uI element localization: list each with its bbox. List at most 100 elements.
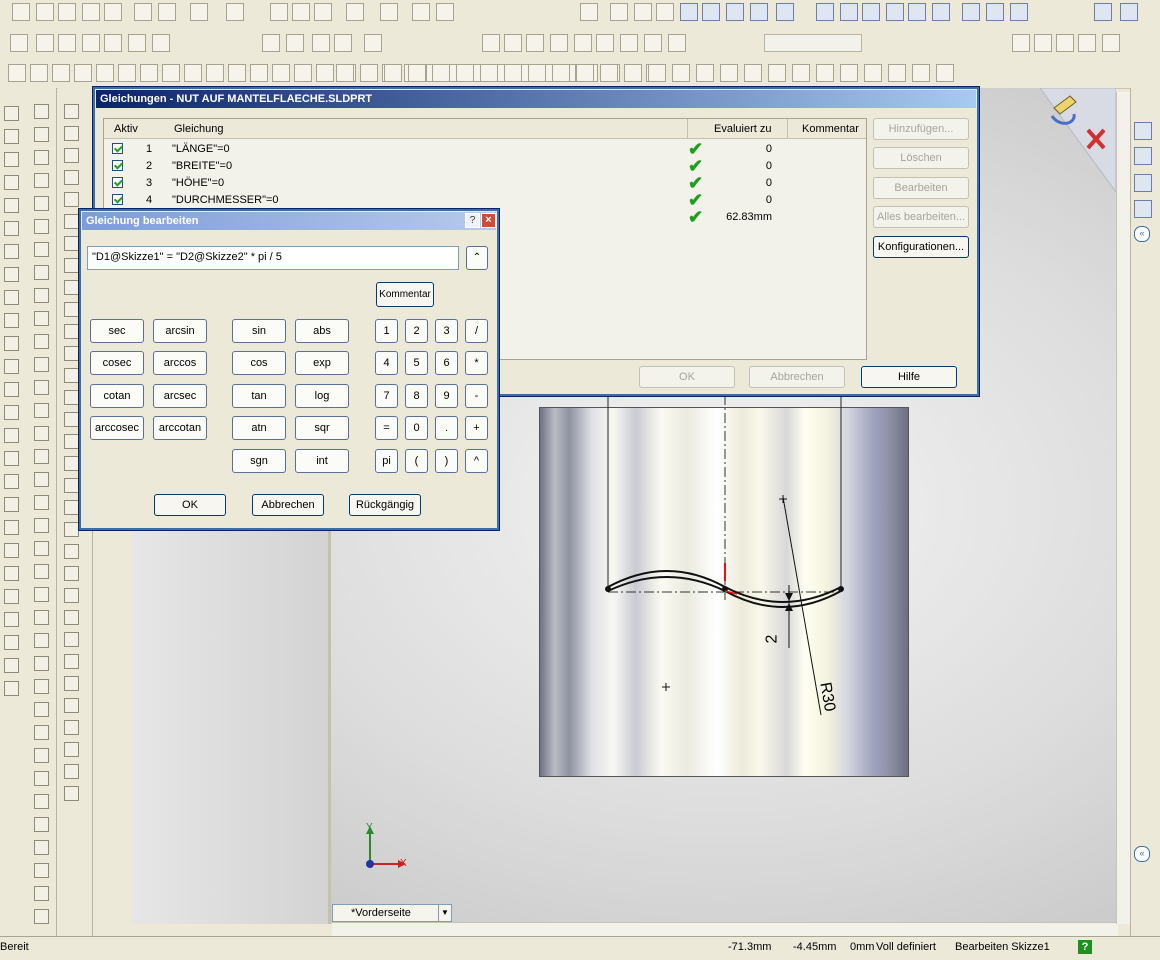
calc-button-sec[interactable]: sec [90, 319, 144, 343]
toolbar2-icon-3[interactable] [82, 34, 100, 52]
toolbar1-icon-7[interactable] [190, 3, 208, 21]
active-checkbox[interactable] [112, 143, 123, 154]
palette3-icon-31[interactable] [64, 786, 79, 801]
vertical-scrollbar[interactable] [1116, 92, 1131, 924]
sketch-toolbar-icon-0[interactable] [8, 64, 26, 82]
calc-button-log[interactable]: log [295, 384, 349, 408]
keypad-button[interactable]: . [435, 416, 458, 440]
relations-toolbar-icon-2[interactable] [384, 64, 402, 82]
sketch-toolbar-icon-14[interactable] [316, 64, 334, 82]
palette1-icon-9[interactable] [4, 313, 19, 328]
sketch-toolbar-icon-11[interactable] [250, 64, 268, 82]
calc-button-exp[interactable]: exp [295, 351, 349, 375]
calc-button-cotan[interactable]: cotan [90, 384, 144, 408]
palette3-icon-10[interactable] [64, 324, 79, 339]
palette1-icon-25[interactable] [4, 681, 19, 696]
palette2-icon-4[interactable] [34, 196, 49, 211]
configurations-button[interactable]: Konfigurationen... [873, 236, 969, 258]
toolbar2-icon-9[interactable] [312, 34, 330, 52]
toolbar2-icon-16[interactable] [574, 34, 592, 52]
palette2-icon-28[interactable] [34, 748, 49, 763]
relations-toolbar-icon-9[interactable] [552, 64, 570, 82]
palette1-icon-22[interactable] [4, 612, 19, 627]
toolbar2-icon-10[interactable] [334, 34, 352, 52]
palette1-icon-21[interactable] [4, 589, 19, 604]
toolbar2-icon-24[interactable] [1078, 34, 1096, 52]
palette3-icon-27[interactable] [64, 698, 79, 713]
palette1-icon-2[interactable] [4, 152, 19, 167]
palette2-icon-14[interactable] [34, 426, 49, 441]
palette2-icon-31[interactable] [34, 817, 49, 832]
view-toolbar-icon-4[interactable] [680, 3, 698, 21]
toolbar2-icon-8[interactable] [286, 34, 304, 52]
palette2-icon-23[interactable] [34, 633, 49, 648]
palette3-icon-14[interactable] [64, 412, 79, 427]
toolbar2-icon-2[interactable] [58, 34, 76, 52]
toolbar2-icon-17[interactable] [596, 34, 614, 52]
palette2-icon-8[interactable] [34, 288, 49, 303]
toolbar2-icon-18[interactable] [620, 34, 638, 52]
collapse-icon[interactable]: « [1134, 226, 1150, 242]
status-help-icon[interactable]: ? [1078, 940, 1092, 954]
calc-button-arcsin[interactable]: arcsin [153, 319, 207, 343]
relations-toolbar-icon-21[interactable] [840, 64, 858, 82]
palette3-icon-19[interactable] [64, 522, 79, 537]
header-comment[interactable]: Kommentar [802, 123, 859, 135]
view-toolbar-icon-9[interactable] [816, 3, 834, 21]
palette1-icon-19[interactable] [4, 543, 19, 558]
toolbar1-icon-9[interactable] [270, 3, 288, 21]
toolbar1-icon-1[interactable] [36, 3, 54, 21]
palette3-icon-2[interactable] [64, 148, 79, 163]
toolbar1-icon-11[interactable] [314, 3, 332, 21]
close-icon[interactable]: × [481, 213, 496, 228]
palette3-icon-21[interactable] [64, 566, 79, 581]
toolbar1-icon-8[interactable] [226, 3, 244, 21]
relations-toolbar-icon-23[interactable] [888, 64, 906, 82]
view-toolbar-icon-15[interactable] [962, 3, 980, 21]
sketch-toolbar-icon-1[interactable] [30, 64, 48, 82]
toolbar1-icon-14[interactable] [412, 3, 430, 21]
palette1-icon-4[interactable] [4, 198, 19, 213]
sketch-toolbar-icon-8[interactable] [184, 64, 202, 82]
palette3-icon-3[interactable] [64, 170, 79, 185]
palette3-icon-20[interactable] [64, 544, 79, 559]
add-button[interactable]: Hinzufügen... [873, 118, 969, 140]
file-explorer-icon[interactable] [1134, 174, 1152, 192]
keypad-button[interactable]: + [465, 416, 488, 440]
view-toolbar-icon-6[interactable] [726, 3, 744, 21]
chevron-down-icon[interactable]: ▼ [438, 905, 451, 921]
palette1-icon-18[interactable] [4, 520, 19, 535]
calc-button-arccosec[interactable]: arccosec [90, 416, 144, 440]
palette3-icon-15[interactable] [64, 434, 79, 449]
equation-row[interactable]: 2 "BREITE"=0 ✔ 0 [104, 157, 866, 175]
palette2-icon-10[interactable] [34, 334, 49, 349]
toolbar1-icon-12[interactable] [346, 3, 364, 21]
comment-button[interactable]: Kommentar [376, 282, 434, 307]
palette2-icon-18[interactable] [34, 518, 49, 533]
relations-toolbar-icon-1[interactable] [360, 64, 378, 82]
toolbar2-icon-19[interactable] [644, 34, 662, 52]
palette2-icon-2[interactable] [34, 150, 49, 165]
palette2-icon-17[interactable] [34, 495, 49, 510]
relations-toolbar-icon-17[interactable] [744, 64, 762, 82]
palette1-icon-0[interactable] [4, 106, 19, 121]
sketch-toolbar-icon-9[interactable] [206, 64, 224, 82]
equations-ok-button[interactable]: OK [639, 366, 735, 388]
calc-button-cosec[interactable]: cosec [90, 351, 144, 375]
toolbar1-icon-0[interactable] [12, 3, 30, 21]
palette1-icon-1[interactable] [4, 129, 19, 144]
toolbar2-icon-0[interactable] [10, 34, 28, 52]
palette1-icon-11[interactable] [4, 359, 19, 374]
keypad-button[interactable]: pi [375, 449, 398, 473]
sketch-toolbar-icon-5[interactable] [118, 64, 136, 82]
header-evaluated[interactable]: Evaluiert zu [714, 123, 771, 135]
view-selector[interactable]: *Vorderseite ▼ [332, 904, 452, 922]
palette3-icon-24[interactable] [64, 632, 79, 647]
view-toolbar-icon-2[interactable] [634, 3, 652, 21]
relations-toolbar-icon-8[interactable] [528, 64, 546, 82]
relations-toolbar-icon-24[interactable] [912, 64, 930, 82]
palette2-icon-32[interactable] [34, 840, 49, 855]
palette2-icon-26[interactable] [34, 702, 49, 717]
palette2-icon-24[interactable] [34, 656, 49, 671]
header-equation[interactable]: Gleichung [174, 123, 224, 135]
